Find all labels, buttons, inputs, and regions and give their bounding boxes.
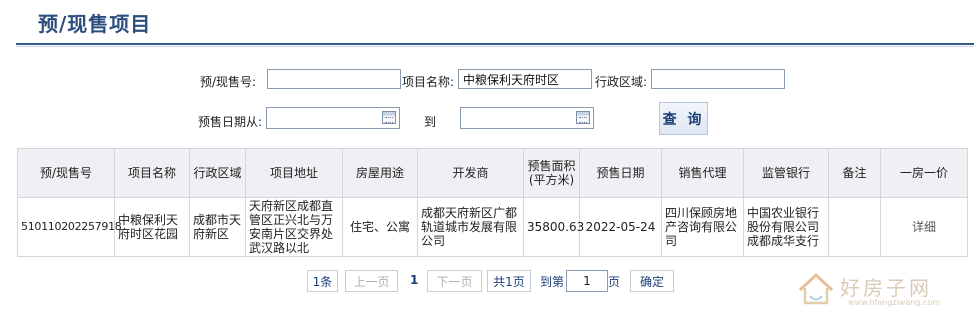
title-divider-shadow [16,46,974,47]
query-button[interactable]: 查 询 [659,102,708,135]
col-header-developer: 开发商 [417,148,524,198]
project-name-input[interactable] [458,69,592,89]
cell-area: 35800.63 [523,197,584,257]
col-header-address: 项目地址 [245,148,343,198]
cell-project-name: 中粮保利天府时区花园 [114,197,190,257]
col-header-bank: 监管银行 [743,148,829,198]
current-page-number: 1 [410,273,419,287]
cell-date: 2022-05-24 [579,197,662,257]
col-header-remark: 备注 [828,148,881,198]
page-title: 预/现售项目 [38,12,152,36]
col-header-price: 一房一价 [880,148,968,198]
watermark-url: www.hfangziwang.com [848,298,941,307]
goto-page-input[interactable]: 1 [566,270,608,292]
detail-link[interactable]: 详细 [912,220,936,234]
prev-page-button[interactable]: 上一页 [345,270,398,292]
goto-page-label: 到第 [540,275,565,289]
col-header-presale-no: 预/现售号 [17,148,115,198]
next-page-button[interactable]: 下一页 [427,270,482,292]
title-divider [16,43,974,45]
cell-bank: 中国农业银行股份有限公司成都成华支行 [743,197,829,257]
calendar-icon[interactable] [382,111,396,124]
col-header-date: 预售日期 [579,148,662,198]
table-header-row: 预/现售号 项目名称 行政区域 项目地址 房屋用途 开发商 预售面积(平方米) … [17,148,968,198]
date-from-input[interactable] [266,107,400,129]
col-header-project-name: 项目名称 [114,148,190,198]
date-from-label: 预售日期从: [198,115,263,129]
district-input[interactable] [651,69,785,89]
watermark-text: 好房子网 [840,276,932,300]
results-table: 预/现售号 项目名称 行政区域 项目地址 房屋用途 开发商 预售面积(平方米) … [17,148,968,257]
presale-no-label: 预/现售号: [200,75,257,89]
cell-address: 天府新区成都直管区正兴北与万安南片区交界处武汉路以北 [245,197,343,257]
cell-usage: 住宅、公寓 [342,197,418,257]
presale-no-input[interactable] [267,69,401,89]
page-unit-label: 页 [608,275,621,289]
cell-price-detail[interactable]: 详细 [880,197,968,257]
total-pages-button[interactable]: 共1页 [487,270,531,292]
col-header-district: 行政区域 [189,148,246,198]
col-header-area: 预售面积(平方米) [523,148,580,198]
col-header-agent: 销售代理 [661,148,744,198]
cell-agent: 四川保顾房地产咨询有限公司 [661,197,744,257]
calendar-icon[interactable] [576,111,590,124]
total-count-button[interactable]: 1条 [307,270,338,292]
project-name-label: 项目名称: [402,75,455,89]
district-label: 行政区域: [595,75,648,89]
cell-presale-no: 510110202257918 [17,197,122,257]
house-icon [798,272,834,305]
cell-remark [828,197,881,257]
date-to-label: 到 [424,115,437,129]
cell-developer: 成都天府新区广都轨道城市发展有限公司 [417,197,524,257]
confirm-page-button[interactable]: 确定 [630,270,674,292]
date-to-input[interactable] [460,107,594,129]
watermark-logo: 好房子网 www.hfangziwang.com [796,270,968,308]
cell-district: 成都市天府新区 [189,197,246,257]
col-header-usage: 房屋用途 [342,148,418,198]
table-row: 510110202257918 中粮保利天府时区花园 成都市天府新区 天府新区成… [17,197,968,257]
